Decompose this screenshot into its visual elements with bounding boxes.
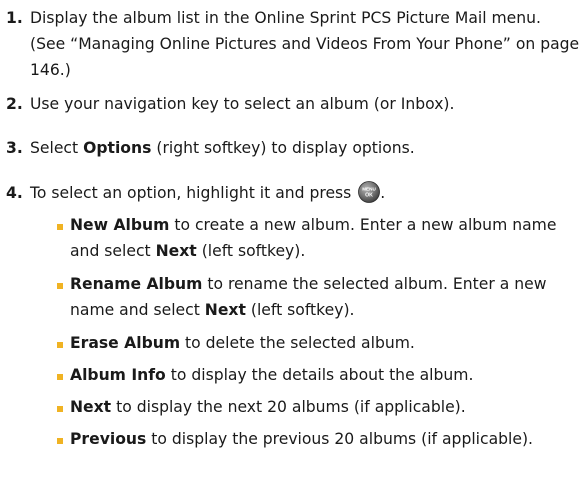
step-text: Select Options (right softkey) to displa… xyxy=(30,135,580,161)
option-description: to display the previous 20 albums (if ap… xyxy=(146,430,533,448)
option-description-post: (left softkey). xyxy=(245,301,355,319)
option-next-label: Next xyxy=(155,242,197,260)
step-text: Display the album list in the Online Spr… xyxy=(30,9,580,79)
option-name: Album Info xyxy=(70,366,166,384)
bullet-icon xyxy=(57,438,63,444)
step-text: Use your navigation key to select an alb… xyxy=(30,95,455,113)
bullet-icon xyxy=(57,374,63,380)
option-description: to display the next 20 albums (if applic… xyxy=(111,398,466,416)
menu-ok-key-icon: MENU OK xyxy=(358,181,381,203)
option-text: Erase Album to delete the selected album… xyxy=(70,330,580,356)
option-text: Next to display the next 20 albums (if a… xyxy=(70,394,580,420)
step-number: 1. xyxy=(6,9,23,27)
step-text: To select an option, highlight it and pr… xyxy=(30,180,580,206)
option-text: Rename Album to rename the selected albu… xyxy=(70,271,580,323)
bullet-icon xyxy=(57,283,63,289)
option-next-label: Next xyxy=(204,301,246,319)
option-text: Previous to display the previous 20 albu… xyxy=(70,426,580,452)
option-name: Rename Album xyxy=(70,275,203,293)
step-number: 2. xyxy=(6,95,23,113)
option-text: New Album to create a new album. Enter a… xyxy=(70,212,580,264)
options-softkey-label: Options xyxy=(83,139,152,157)
option-name: Next xyxy=(70,398,112,416)
document-page: 1. Display the album list in the Online … xyxy=(0,0,584,493)
option-name: Erase Album xyxy=(70,334,181,352)
option-description: to display the details about the album. xyxy=(165,366,474,384)
bullet-icon xyxy=(57,406,63,412)
option-description-post: (left softkey). xyxy=(196,242,306,260)
option-name: New Album xyxy=(70,216,170,234)
bullet-icon xyxy=(57,224,63,230)
option-name: Previous xyxy=(70,430,147,448)
bullet-icon xyxy=(57,342,63,348)
menu-ok-icon-top-label: MENU xyxy=(363,187,377,192)
step-text-post: (right softkey) to display options. xyxy=(151,139,415,157)
step-number: 3. xyxy=(6,139,23,157)
option-description: to delete the selected album. xyxy=(180,334,415,352)
step-text-pre: Select xyxy=(30,139,84,157)
step-number: 4. xyxy=(6,184,23,202)
step-text-post: . xyxy=(380,184,386,202)
step-text-pre: To select an option, highlight it and pr… xyxy=(30,184,352,202)
option-text: Album Info to display the details about … xyxy=(70,362,580,388)
menu-ok-icon-bottom-label: OK xyxy=(365,193,373,199)
